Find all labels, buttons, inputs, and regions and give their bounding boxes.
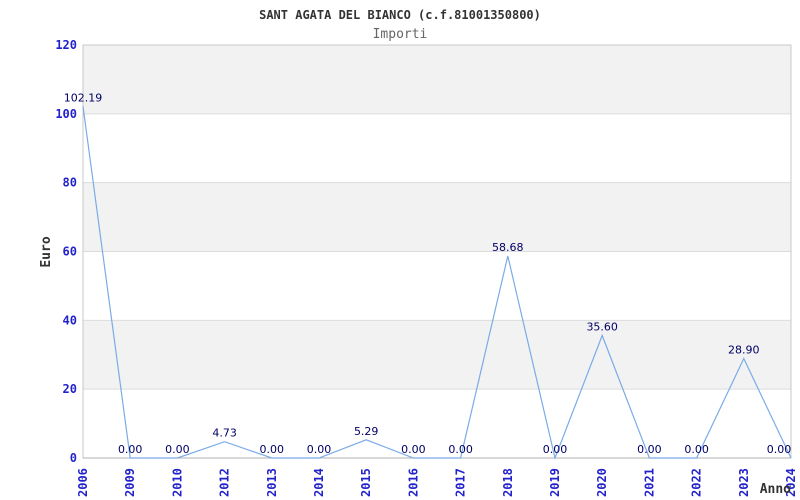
plot-band [83, 45, 791, 114]
x-tick-label: 2020 [595, 468, 609, 497]
x-tick-label: 2013 [265, 468, 279, 497]
chart-title: SANT AGATA DEL BIANCO (c.f.81001350800) [259, 8, 541, 22]
x-tick-label: 2022 [690, 468, 704, 497]
plot-band [83, 182, 791, 252]
value-label: 0.00 [543, 443, 568, 456]
value-label: 0.00 [260, 443, 285, 456]
x-tick-label: 2010 [170, 468, 184, 497]
x-tick-label: 2023 [737, 468, 751, 497]
line-chart: 0 20 40 60 80 100 120 2006 2009 2010 2012 2013 2014 2… [39, 8, 798, 497]
y-tick-label: 60 [63, 245, 77, 259]
value-label: 0.00 [684, 443, 709, 456]
y-tick-label: 120 [55, 38, 77, 52]
value-label: 0.00 [448, 443, 473, 456]
x-tick-label: 2014 [312, 468, 326, 497]
value-label: 0.00 [637, 443, 662, 456]
y-tick-label: 0 [70, 451, 77, 465]
x-tick-label: 2018 [501, 468, 515, 497]
value-label: 58.68 [492, 241, 524, 254]
x-tick-label: 2017 [454, 468, 468, 497]
x-axis-title: Anno [760, 482, 791, 497]
x-tick-label: 2015 [359, 468, 373, 497]
data-value-labels: 102.19 0.00 0.00 4.73 0.00 0.00 5.29 0.00 0.00 58… [64, 91, 792, 456]
x-tick-label: 2021 [642, 468, 656, 497]
y-tick-label: 20 [63, 382, 77, 396]
chart-canvas: 0 20 40 60 80 100 120 2006 2009 2010 2012 2013 2014 2… [0, 0, 800, 500]
chart-subtitle: Importi [373, 27, 428, 42]
plot-band [83, 320, 791, 390]
y-tick-label: 100 [55, 107, 77, 121]
value-label: 0.00 [118, 443, 143, 456]
value-label: 0.00 [401, 443, 426, 456]
plot-bands [83, 45, 791, 390]
value-label: 0.00 [165, 443, 190, 456]
x-tick-label: 2009 [123, 468, 137, 497]
x-tick-label: 2006 [76, 468, 90, 497]
y-tick-label: 80 [63, 176, 77, 190]
value-label: 5.29 [354, 425, 379, 438]
x-tick-label: 2012 [218, 468, 232, 497]
x-tick-label: 2016 [406, 468, 420, 497]
value-label: 0.00 [767, 443, 792, 456]
value-label: 35.60 [586, 320, 618, 333]
value-label: 4.73 [212, 427, 237, 440]
value-label: 0.00 [307, 443, 332, 456]
value-label: 28.90 [728, 344, 760, 357]
value-label: 102.19 [64, 91, 103, 104]
data-series-line [82, 106, 792, 461]
x-tick-label: 2019 [548, 468, 562, 497]
y-axis-title: Euro [39, 236, 54, 267]
series-importi [82, 106, 792, 461]
y-tick-label: 40 [63, 313, 77, 327]
